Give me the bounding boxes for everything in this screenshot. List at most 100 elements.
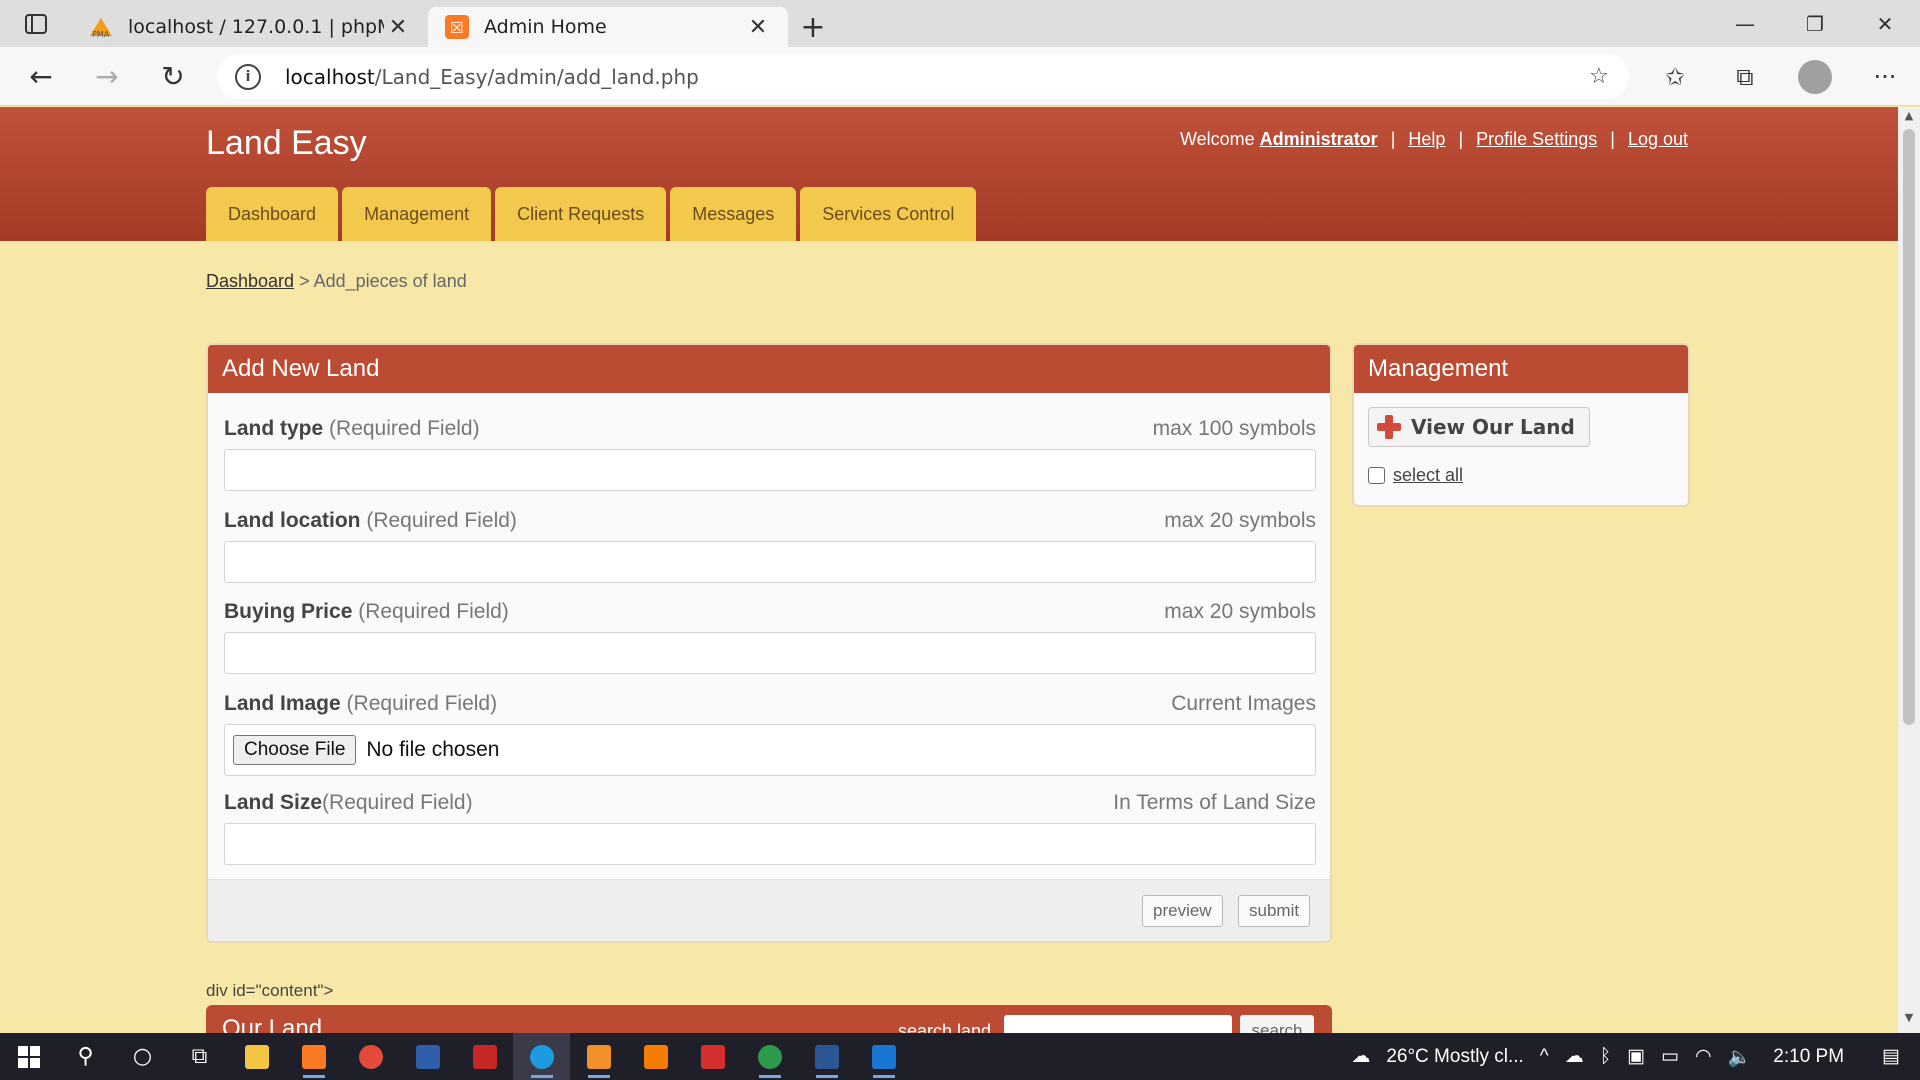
land-location-input[interactable] <box>224 541 1316 583</box>
menu-dashboard[interactable]: Dashboard <box>206 187 339 241</box>
chrome-icon[interactable] <box>342 1033 399 1080</box>
edge-icon[interactable] <box>513 1033 570 1080</box>
search-button[interactable]: search <box>1240 1015 1314 1033</box>
page-viewport: Land Easy Welcome Administrator | Help |… <box>0 107 1898 1033</box>
tab-actions-button[interactable] <box>0 0 72 47</box>
wifi-icon[interactable]: ◠ <box>1695 1045 1712 1068</box>
chevron-up-icon[interactable]: ^ <box>1540 1046 1549 1068</box>
required-note: (Required Field) <box>346 692 498 715</box>
tab-phpmyadmin[interactable]: PMA localhost / 127.0.0.1 | phpMyAdmin ✕ <box>72 7 428 47</box>
cortana-icon[interactable]: ○ <box>114 1033 171 1080</box>
file-explorer-icon[interactable] <box>228 1033 285 1080</box>
chrome-profile-icon[interactable] <box>741 1033 798 1080</box>
user-link[interactable]: Administrator <box>1260 129 1378 149</box>
view-our-land-button[interactable]: View Our Land <box>1368 407 1590 447</box>
filezilla-icon[interactable] <box>456 1033 513 1080</box>
breadcrumb-current: > Add_pieces of land <box>299 271 467 291</box>
menu-messages[interactable]: Messages <box>670 187 797 241</box>
word-icon[interactable] <box>798 1033 855 1080</box>
back-icon[interactable]: ← <box>8 47 74 106</box>
menu-services-control[interactable]: Services Control <box>800 187 977 241</box>
more-icon[interactable]: ··· <box>1850 63 1920 91</box>
photos-icon[interactable] <box>855 1033 912 1080</box>
system-tray: ☁ 26°C Mostly cl... ^ ☁ ᛒ ▣ ▭ ◠ 🔈 2:10 P… <box>1343 1033 1920 1080</box>
our-land-title: Our Land <box>222 1015 323 1033</box>
close-tab-icon[interactable]: ✕ <box>744 15 772 40</box>
view-our-land-label: View Our Land <box>1411 415 1575 439</box>
menu-management[interactable]: Management <box>342 187 492 241</box>
tab-title: localhost / 127.0.0.1 | phpMyAdmin <box>128 16 384 38</box>
menu-client-requests[interactable]: Client Requests <box>495 187 667 241</box>
onedrive-icon[interactable]: ☁ <box>1565 1045 1584 1068</box>
url-text: localhost/Land_Easy/admin/add_land.php <box>285 64 699 89</box>
volume-icon[interactable]: 🔈 <box>1728 1045 1752 1069</box>
forward-icon[interactable]: → <box>74 47 140 106</box>
xampp-taskbar-icon[interactable] <box>285 1033 342 1080</box>
land-type-input[interactable] <box>224 449 1316 491</box>
favorites-icon[interactable]: ✩ <box>1640 63 1710 91</box>
land-size-input[interactable] <box>224 823 1316 865</box>
site-header: Land Easy Welcome Administrator | Help |… <box>0 107 1898 241</box>
new-tab-button[interactable]: + <box>788 7 838 47</box>
site-title: Land Easy <box>206 124 367 162</box>
sublime-icon[interactable] <box>570 1033 627 1080</box>
url-field[interactable]: i localhost/Land_Easy/admin/add_land.php… <box>217 54 1629 99</box>
tab-actions-icon <box>25 13 47 34</box>
select-all-link[interactable]: select all <box>1393 465 1463 486</box>
address-bar-row: ← → ↻ i localhost/Land_Easy/admin/add_la… <box>0 47 1920 106</box>
weather-text[interactable]: 26°C Mostly cl... <box>1386 1046 1523 1068</box>
content-text: div id="content"> <box>206 981 334 1000</box>
preview-button[interactable]: preview <box>1142 895 1223 927</box>
dev-icon[interactable] <box>399 1033 456 1080</box>
field-label: Land Size <box>224 791 323 814</box>
site-info-icon[interactable]: i <box>235 63 261 90</box>
field-label: Buying Price <box>224 600 353 623</box>
buying-price-input[interactable] <box>224 632 1316 674</box>
file-status: No file chosen <box>366 738 500 761</box>
notifications-icon[interactable]: ▤ <box>1882 1045 1900 1068</box>
scroll-up-icon[interactable]: ▲ <box>1898 109 1920 129</box>
restore-icon[interactable]: ❐ <box>1780 0 1850 47</box>
app-icon[interactable] <box>627 1033 684 1080</box>
collections-icon[interactable]: ⧉ <box>1710 63 1780 91</box>
tab-title: Admin Home <box>484 16 607 38</box>
search-land-input[interactable] <box>1004 1015 1232 1033</box>
close-window-icon[interactable]: ✕ <box>1850 0 1920 47</box>
scrollbar-thumb[interactable] <box>1903 129 1915 725</box>
submit-button[interactable]: submit <box>1238 895 1311 927</box>
land-image-file-input: Choose File No file chosen <box>224 724 1316 776</box>
search-icon[interactable]: ⚲ <box>57 1033 114 1080</box>
clock[interactable]: 2:10 PM <box>1773 1046 1844 1068</box>
field-hint: max 100 symbols <box>1152 417 1316 440</box>
logout-link[interactable]: Log out <box>1628 129 1688 149</box>
required-note: (Required Field) <box>366 509 517 532</box>
profile-avatar[interactable] <box>1798 59 1832 94</box>
page-scrollbar[interactable]: ▲ ▼ <box>1898 107 1920 1033</box>
top-user-nav: Welcome Administrator | Help | Profile S… <box>1179 129 1688 149</box>
close-tab-icon[interactable]: ✕ <box>384 15 412 40</box>
help-link[interactable]: Help <box>1408 129 1445 149</box>
minimize-icon[interactable]: — <box>1710 0 1780 47</box>
weather-icon[interactable]: ☁ <box>1351 1045 1370 1068</box>
buying-price-field: Buying Price (Required Field) max 20 symb… <box>224 600 1316 674</box>
battery-icon[interactable]: ▭ <box>1661 1045 1679 1068</box>
main-menu: Dashboard Management Client Requests Mes… <box>206 187 980 241</box>
scroll-down-icon[interactable]: ▼ <box>1898 1011 1920 1031</box>
bluetooth-icon[interactable]: ᛒ <box>1600 1046 1611 1068</box>
select-all-checkbox[interactable] <box>1368 467 1385 484</box>
browser-tab-bar: PMA localhost / 127.0.0.1 | phpMyAdmin ✕… <box>0 0 1920 47</box>
field-label: Land Image <box>224 692 341 715</box>
windows-start-icon[interactable] <box>0 1033 57 1080</box>
meet-icon[interactable]: ▣ <box>1627 1045 1645 1068</box>
refresh-icon[interactable]: ↻ <box>140 47 206 106</box>
breadcrumb-dashboard-link[interactable]: Dashboard <box>206 271 294 291</box>
profile-settings-link[interactable]: Profile Settings <box>1476 129 1597 149</box>
tab-admin-home[interactable]: ☒ Admin Home ✕ <box>428 7 788 47</box>
plus-icon <box>1377 415 1401 439</box>
task-view-icon[interactable]: ⧉ <box>171 1033 228 1080</box>
wps-icon[interactable] <box>684 1033 741 1080</box>
choose-file-button[interactable]: Choose File <box>233 735 357 765</box>
window-controls: — ❐ ✕ <box>1710 0 1920 47</box>
breadcrumb: Dashboard > Add_pieces of land <box>206 271 467 292</box>
add-favorite-icon[interactable]: ☆ <box>1589 64 1629 89</box>
